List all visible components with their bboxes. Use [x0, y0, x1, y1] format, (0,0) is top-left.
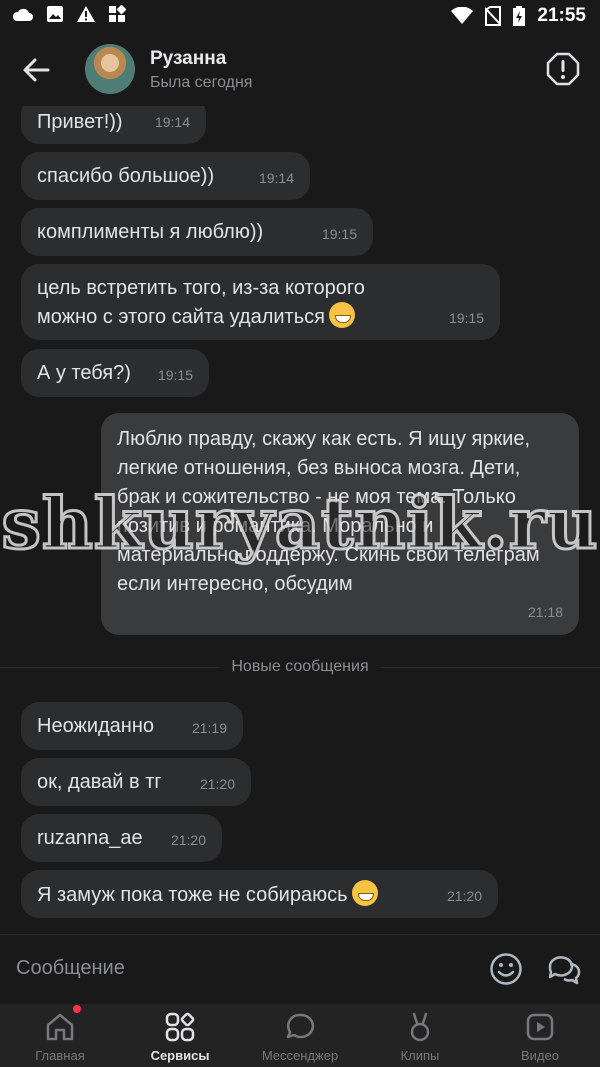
chat-bubbles-icon[interactable] — [546, 951, 582, 987]
incoming-message[interactable]: ruzanna_ae 21:20 — [21, 814, 222, 862]
tab-label: Главная — [35, 1048, 85, 1063]
message-time: 19:14 — [154, 114, 190, 130]
chat-header: Рузанна Была сегодня — [0, 34, 600, 106]
warning-icon — [77, 6, 95, 22]
message-time: 21:19 — [191, 720, 227, 736]
message-time: 19:15 — [157, 367, 193, 383]
back-arrow-icon[interactable] — [18, 52, 54, 88]
grinning-emoji-icon — [328, 302, 355, 328]
report-icon[interactable] — [546, 52, 580, 86]
message-text: комплименты я люблю)) — [37, 221, 264, 243]
notification-dot — [73, 1005, 81, 1013]
incoming-message[interactable]: ок, давай в тг 21:20 — [21, 758, 251, 806]
message-input[interactable]: Сообщение — [16, 957, 125, 980]
message-text: ок, давай в тг — [37, 771, 162, 793]
message-time: 21:20 — [199, 776, 235, 792]
tab-services[interactable]: Сервисы — [120, 1004, 240, 1067]
apps-icon — [109, 5, 126, 22]
message-time: 19:15 — [321, 226, 357, 242]
incoming-message[interactable]: спасибо большое)) 19:14 — [21, 152, 310, 200]
contact-name[interactable]: Рузанна — [150, 48, 226, 70]
message-text-line: цель встретить того, из-за которого — [37, 277, 365, 299]
message-time: 21:20 — [446, 888, 482, 904]
incoming-message[interactable]: Неожиданно 21:19 — [21, 702, 243, 750]
message-time: 19:14 — [258, 170, 294, 186]
new-messages-label: Новые сообщения — [219, 658, 381, 675]
image-icon — [47, 6, 63, 22]
emoji-picker-icon[interactable] — [489, 952, 523, 986]
message-text: ruzanna_ae — [37, 827, 143, 849]
video-icon — [526, 1013, 554, 1041]
tab-messenger[interactable]: Мессенджер — [240, 1004, 360, 1067]
incoming-message[interactable]: Я замуж пока тоже не собираюсь 21:20 — [21, 870, 498, 918]
watermark: shkuryatnik.ru — [0, 481, 599, 567]
messenger-icon — [286, 1013, 315, 1039]
message-time: 21:18 — [527, 604, 563, 620]
tab-label: Видео — [521, 1048, 559, 1063]
battery-charging-icon — [513, 6, 526, 26]
cloud-icon — [12, 8, 33, 21]
message-time: 19:15 — [448, 310, 484, 326]
avatar[interactable] — [85, 44, 135, 94]
message-time: 21:20 — [170, 832, 206, 848]
tab-video[interactable]: Видео — [480, 1004, 600, 1067]
message-composer: Сообщение — [0, 934, 600, 1005]
tab-label: Клипы — [400, 1048, 440, 1063]
wifi-icon — [451, 7, 474, 24]
clock: 21:55 — [537, 5, 586, 26]
message-text: А у тебя?) — [37, 362, 131, 384]
message-text: Я замуж пока тоже не собираюсь — [37, 884, 348, 906]
clips-icon — [410, 1012, 430, 1042]
incoming-message[interactable]: комплименты я люблю)) 19:15 — [21, 208, 373, 256]
message-text: спасибо большое)) — [37, 165, 215, 187]
tab-home[interactable]: Главная — [0, 1004, 120, 1067]
tab-label: Сервисы — [150, 1048, 210, 1063]
no-sim-icon — [485, 6, 502, 26]
status-bar: 21:55 — [0, 0, 600, 34]
incoming-message[interactable]: А у тебя?) 19:15 — [21, 349, 209, 397]
message-text-line: можно с этого сайта удалиться — [37, 306, 325, 328]
incoming-message[interactable]: цель встретить того, из-за которого можн… — [21, 264, 500, 340]
message-text: Неожиданно — [37, 715, 155, 737]
last-seen-status: Была сегодня — [150, 74, 253, 91]
message-text: Привет!)) — [37, 111, 123, 133]
home-icon — [46, 1013, 74, 1041]
tab-label: Мессенджер — [261, 1048, 339, 1063]
smiling-emoji-icon — [351, 880, 378, 906]
tab-clips[interactable]: Клипы — [360, 1004, 480, 1067]
bottom-navigation: Главная Сервисы Мессенджер Клипы Видео — [0, 1004, 600, 1067]
services-icon — [165, 1012, 195, 1042]
incoming-message[interactable]: Привет!)) 19:14 — [21, 106, 206, 144]
